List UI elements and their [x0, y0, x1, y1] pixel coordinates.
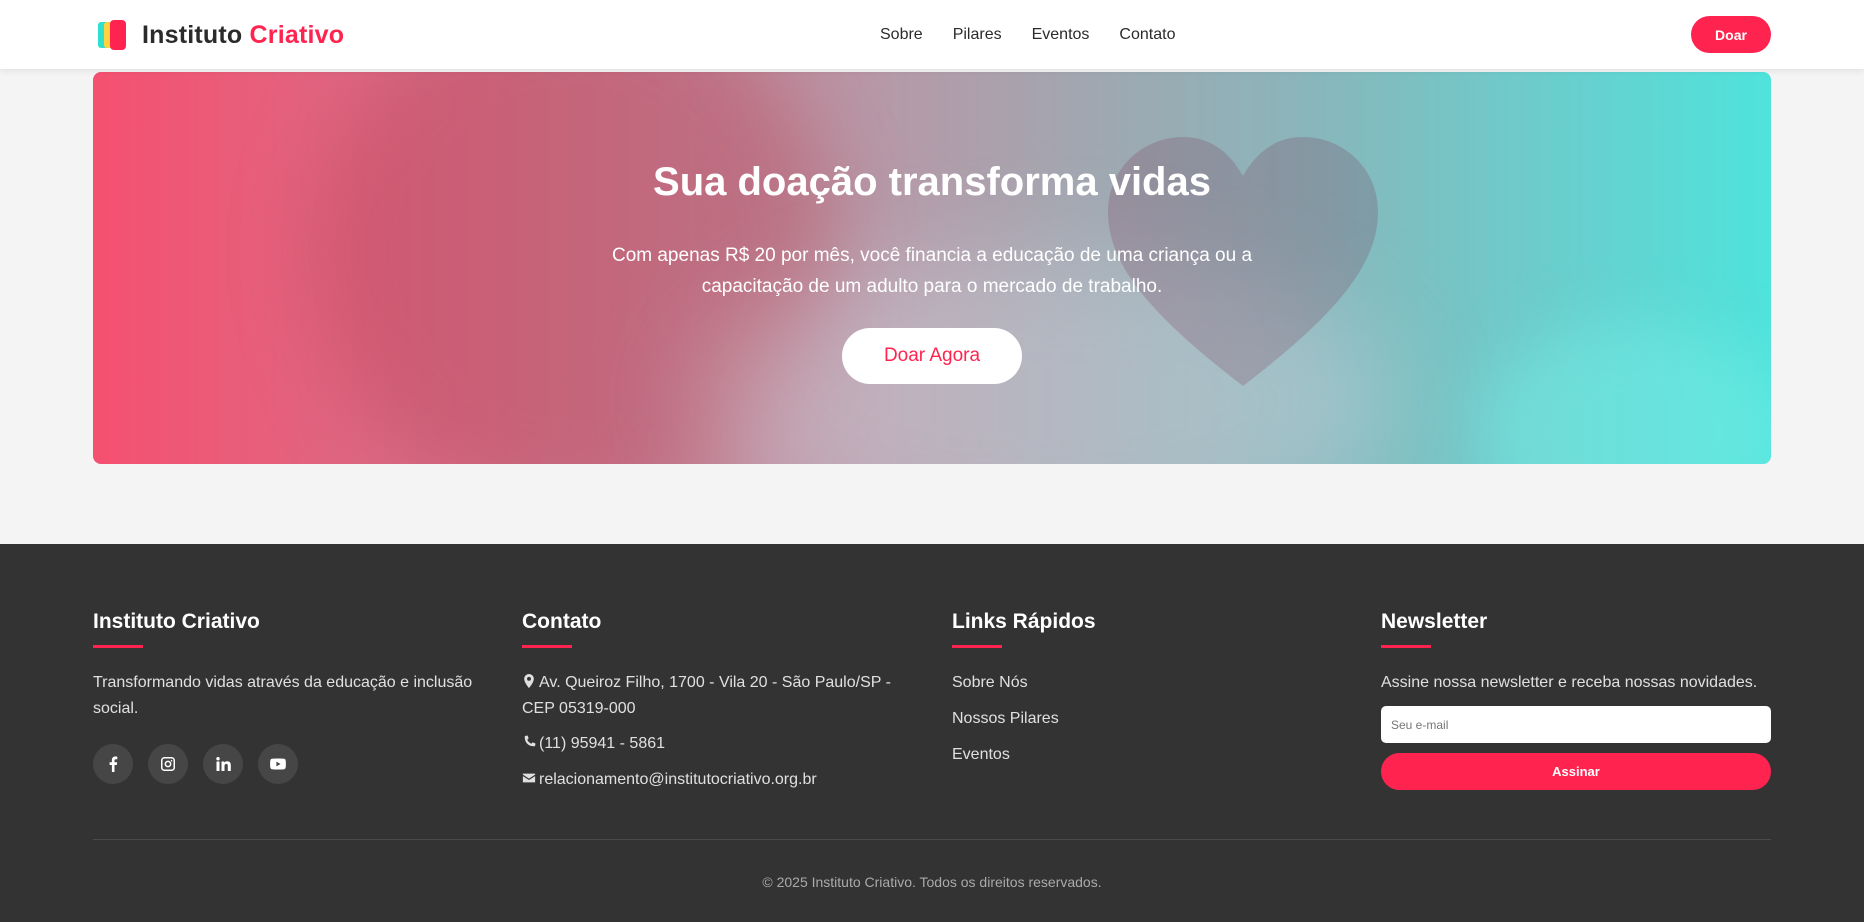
footer-link-eventos[interactable]: Eventos — [952, 742, 1352, 768]
footer-newsletter-title: Newsletter — [1381, 610, 1488, 633]
banner-subtitle: Com apenas R$ 20 por mês, você financia … — [611, 245, 1253, 297]
footer-about: Instituto Criativo Transformando vidas a… — [93, 610, 493, 784]
copyright-text: © 2025 Instituto Criativo. Todos os dire… — [762, 874, 1102, 890]
logo[interactable]: Instituto Criativo — [98, 18, 344, 52]
title-underline — [952, 645, 1002, 648]
contact-phone-text: (11) 95941 - 5861 — [539, 735, 666, 752]
footer-about-title: Instituto Criativo — [93, 610, 260, 633]
footer-link-sobre-nos[interactable]: Sobre Nós — [952, 670, 1352, 696]
logo-text-accent: Criativo — [249, 20, 345, 49]
footer-about-text: Transformando vidas através da educação … — [93, 674, 473, 717]
title-underline — [522, 645, 572, 648]
banner-title: Sua doação transforma vidas — [653, 160, 1211, 204]
contact-address: Av. Queiroz Filho, 1700 - Vila 20 - São … — [522, 670, 922, 722]
donate-button[interactable]: Doar — [1691, 16, 1771, 53]
footer-links-title: Links Rápidos — [952, 610, 1096, 633]
newsletter-email-input[interactable] — [1381, 706, 1771, 743]
envelope-icon — [522, 768, 536, 783]
subscribe-button[interactable]: Assinar — [1381, 753, 1771, 790]
instagram-icon[interactable] — [148, 744, 188, 784]
footer-contact-title: Contato — [522, 610, 602, 633]
logo-text-main: Instituto — [142, 20, 243, 49]
nav-link-pilares[interactable]: Pilares — [953, 26, 1002, 44]
donation-banner: Sua doação transforma vidas Com apenas R… — [93, 72, 1771, 464]
contact-email[interactable]: relacionamento@institutocriativo.org.br — [522, 767, 922, 793]
title-underline — [93, 645, 143, 648]
title-underline — [1381, 645, 1431, 648]
youtube-icon[interactable] — [258, 744, 298, 784]
footer-link-nossos-pilares[interactable]: Nossos Pilares — [952, 706, 1352, 732]
contact-address-text: Av. Queiroz Filho, 1700 - Vila 20 - São … — [522, 674, 891, 717]
donate-now-button[interactable]: Doar Agora — [842, 328, 1022, 384]
logo-text: Instituto Criativo — [142, 21, 344, 50]
facebook-icon[interactable] — [93, 744, 133, 784]
map-marker-icon — [522, 671, 536, 688]
site-footer: Instituto Criativo Transformando vidas a… — [0, 544, 1864, 922]
main-nav: Sobre Pilares Eventos Contato — [880, 0, 1175, 69]
linkedin-icon[interactable] — [203, 744, 243, 784]
banner-background-shape — [1473, 322, 1771, 464]
footer-contact: Contato Av. Queiroz Filho, 1700 - Vila 2… — [522, 610, 922, 793]
phone-icon — [522, 732, 536, 747]
nav-link-contato[interactable]: Contato — [1119, 26, 1175, 44]
contact-email-text[interactable]: relacionamento@institutocriativo.org.br — [539, 771, 817, 788]
social-links — [93, 744, 493, 784]
nav-link-eventos[interactable]: Eventos — [1032, 26, 1090, 44]
contact-phone: (11) 95941 - 5861 — [522, 731, 922, 757]
footer-quick-links: Links Rápidos Sobre Nós Nossos Pilares E… — [952, 610, 1352, 768]
newsletter-text: Assine nossa newsletter e receba nossas … — [1381, 674, 1758, 691]
footer-divider — [93, 839, 1771, 840]
logo-icon — [98, 20, 128, 50]
nav-link-sobre[interactable]: Sobre — [880, 26, 923, 44]
footer-newsletter: Newsletter Assine nossa newsletter e rec… — [1381, 610, 1771, 790]
site-header: Instituto Criativo Sobre Pilares Eventos… — [0, 0, 1864, 69]
